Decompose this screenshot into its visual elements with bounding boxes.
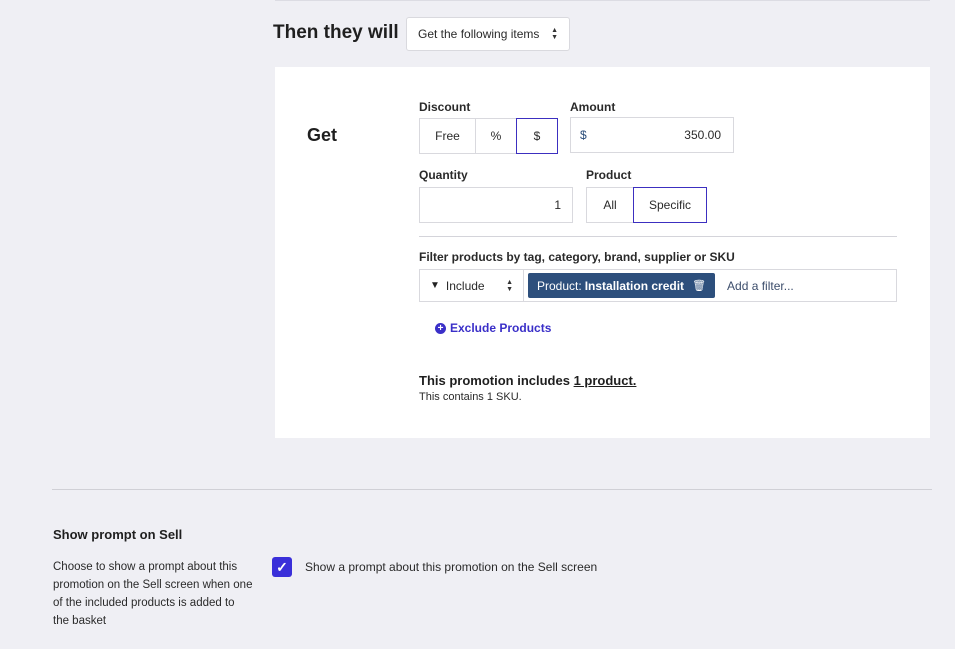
quantity-label: Quantity — [419, 168, 468, 182]
prompt-checkbox-label[interactable]: Show a prompt about this promotion on th… — [305, 560, 597, 574]
product-all-button[interactable]: All — [586, 187, 634, 223]
summary-sku-count: This contains 1 SKU. — [419, 391, 522, 403]
get-title: Get — [307, 125, 338, 145]
funnel-icon: ▼ — [430, 280, 440, 291]
updown-icon: ▲ ▼ — [506, 278, 513, 293]
filter-chip[interactable]: Product: Installation credit 🗑 — [528, 273, 716, 298]
filter-divider — [419, 236, 897, 237]
product-label: Product — [586, 168, 632, 182]
filter-row: ▼ Include ▲ ▼ Product: Installation credi… — [419, 269, 897, 302]
quantity-value: 1 — [554, 198, 561, 212]
prompt-checkbox[interactable]: ✓ — [272, 557, 292, 577]
section-divider — [52, 489, 932, 490]
add-filter-input[interactable]: Add a filter... — [727, 279, 794, 293]
filter-chip-prefix: Product: — [537, 278, 582, 293]
prompt-title: Show prompt on Sell — [53, 527, 183, 542]
exclude-products-link[interactable]: + Exclude Products — [435, 321, 551, 335]
discount-label: Discount — [419, 100, 471, 114]
action-label: Then they will — [273, 22, 399, 43]
discount-percent-button[interactable]: % — [475, 118, 517, 154]
amount-value: 350.00 — [684, 128, 721, 142]
updown-icon: ▲ ▼ — [551, 27, 558, 41]
amount-label: Amount — [570, 100, 616, 114]
action-select[interactable]: Get the following items ▲ ▼ — [406, 17, 570, 51]
exclude-products-label: Exclude Products — [450, 321, 552, 335]
amount-field[interactable]: $ 350.00 — [570, 117, 734, 153]
trash-icon[interactable]: 🗑 — [692, 279, 706, 292]
filter-mode-value: Include — [445, 278, 485, 293]
check-icon: ✓ — [276, 559, 288, 575]
filter-chip-value: Installation credit — [584, 278, 685, 293]
summary-prefix: This promotion includes — [419, 373, 570, 388]
discount-free-button[interactable]: Free — [419, 118, 476, 154]
product-specific-button[interactable]: Specific — [633, 187, 707, 223]
product-segmented: All Specific — [586, 187, 707, 223]
summary-product-link[interactable]: 1 product. — [574, 373, 637, 388]
promotion-summary: This promotion includes 1 product. — [419, 373, 636, 388]
action-select-value: Get the following items — [418, 27, 540, 41]
discount-segmented: Free % $ — [419, 118, 558, 154]
filter-mode-select[interactable]: ▼ Include ▲ ▼ — [420, 270, 524, 301]
quantity-field[interactable]: 1 — [419, 187, 573, 223]
discount-dollar-button[interactable]: $ — [516, 118, 558, 154]
plus-circle-icon: + — [435, 322, 446, 334]
currency-symbol: $ — [580, 128, 587, 142]
prompt-description: Choose to show a prompt about this promo… — [53, 561, 253, 627]
filter-label: Filter products by tag, category, brand,… — [419, 250, 735, 264]
top-divider — [275, 0, 930, 1]
get-card: Get Discount Free % $ Amount $ 350.00 Qu… — [275, 67, 930, 438]
